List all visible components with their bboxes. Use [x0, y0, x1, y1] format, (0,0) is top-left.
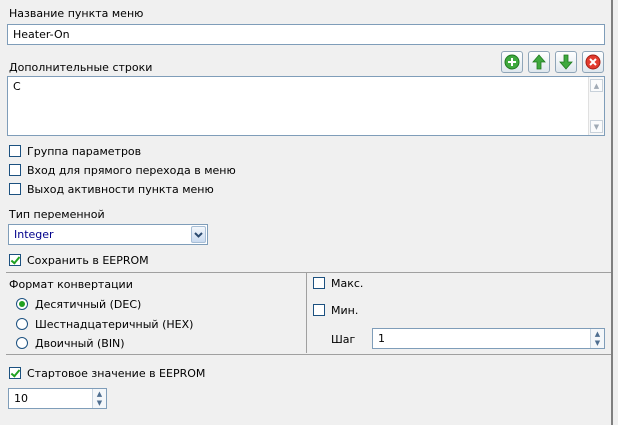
chevron-down-icon — [194, 232, 203, 238]
conversion-dec-label: Десятичный (DEC) — [35, 298, 142, 311]
top-divider — [6, 272, 612, 273]
start-value-checkbox[interactable] — [9, 367, 21, 379]
conversion-hex-radio[interactable] — [16, 318, 28, 330]
save-eeprom-label: Сохранить в EEPROM — [27, 254, 149, 267]
arrow-up-icon — [532, 54, 546, 70]
window-edge — [611, 0, 613, 425]
add-icon — [504, 54, 520, 70]
delete-line-button[interactable] — [582, 51, 604, 73]
menu-item-name-input[interactable]: Heater-On — [7, 24, 605, 45]
scroll-up-icon[interactable]: ▲ — [590, 79, 603, 92]
activity-exit-label: Выход активности пункта меню — [27, 183, 214, 196]
start-value-value: 10 — [14, 392, 28, 405]
start-value-up-icon[interactable]: ▲ — [93, 389, 106, 399]
start-value-spinner[interactable]: ▲ ▼ — [92, 389, 106, 408]
extra-lines-value: C — [13, 80, 21, 93]
move-up-button[interactable] — [528, 51, 550, 73]
scroll-down-icon[interactable]: ▼ — [590, 120, 603, 133]
min-label: Мин. — [331, 304, 359, 317]
step-spinner[interactable]: ▲ ▼ — [590, 329, 604, 348]
conversion-bin-radio[interactable] — [16, 337, 28, 349]
step-up-icon[interactable]: ▲ — [591, 329, 604, 339]
conversion-dec-radio[interactable] — [16, 298, 28, 310]
conversion-hex-label: Шестнадцатеричный (HEX) — [35, 318, 194, 331]
move-down-button[interactable] — [555, 51, 577, 73]
param-group-label: Группа параметров — [27, 145, 142, 158]
add-line-button[interactable] — [501, 51, 523, 73]
step-label: Шаг — [331, 333, 356, 346]
start-value-down-icon[interactable]: ▼ — [93, 399, 106, 409]
variable-type-select[interactable]: Integer — [8, 224, 208, 245]
step-down-icon[interactable]: ▼ — [591, 339, 604, 349]
step-value: 1 — [378, 332, 385, 345]
menu-item-name-value: Heater-On — [13, 28, 70, 41]
min-checkbox[interactable] — [313, 304, 325, 316]
direct-entry-checkbox[interactable] — [9, 164, 21, 176]
conversion-format-label: Формат конвертации — [9, 278, 133, 291]
bottom-divider — [6, 354, 612, 355]
extra-lines-scrollbar[interactable]: ▲ ▼ — [588, 77, 604, 135]
activity-exit-checkbox[interactable] — [9, 183, 21, 195]
extra-lines-label: Дополнительные строки — [9, 61, 153, 74]
menu-item-name-label: Название пункта меню — [9, 7, 144, 20]
max-label: Макс. — [331, 277, 364, 290]
save-eeprom-checkbox[interactable] — [9, 254, 21, 266]
param-group-checkbox[interactable] — [9, 145, 21, 157]
variable-type-label: Тип переменной — [9, 208, 105, 221]
direct-entry-label: Вход для прямого перехода в меню — [27, 164, 236, 177]
extra-lines-textarea[interactable]: C ▲ ▼ — [7, 76, 605, 136]
arrow-down-icon — [559, 54, 573, 70]
dropdown-button[interactable] — [191, 226, 206, 243]
variable-type-value: Integer — [14, 228, 54, 241]
max-checkbox[interactable] — [313, 277, 325, 289]
start-value-input[interactable]: 10 ▲ ▼ — [8, 388, 107, 409]
vertical-divider — [306, 272, 307, 353]
delete-icon — [585, 54, 601, 70]
conversion-bin-label: Двоичный (BIN) — [35, 337, 125, 350]
start-value-label: Стартовое значение в EEPROM — [27, 367, 206, 380]
step-input[interactable]: 1 ▲ ▼ — [372, 328, 605, 349]
